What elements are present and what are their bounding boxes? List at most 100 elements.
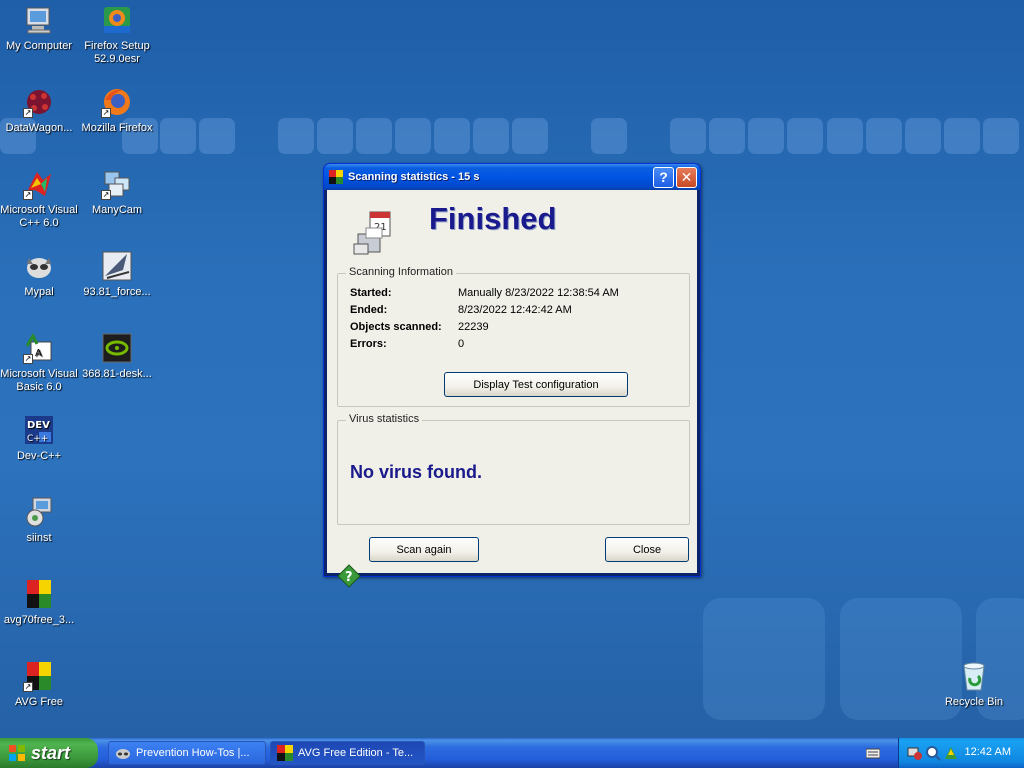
- close-icon: ✕: [680, 168, 693, 185]
- desktop-icon-avg-free[interactable]: ↗ AVG Free: [0, 660, 78, 709]
- start-button[interactable]: start: [0, 738, 98, 768]
- info-key: Objects scanned:: [350, 321, 442, 333]
- devcpp-icon: DEV C++: [23, 414, 55, 446]
- status-heading: Finished: [429, 201, 557, 236]
- recycle-bin-icon: [958, 660, 990, 692]
- info-row-errors: Errors: 0: [350, 338, 464, 350]
- system-tray: 12:42 AM: [898, 738, 1024, 768]
- display-test-configuration-button[interactable]: Display Test configuration: [444, 372, 628, 397]
- close-button[interactable]: Close: [605, 537, 689, 562]
- shortcut-arrow-icon: ↗: [23, 108, 33, 118]
- scanning-statistics-dialog: Scanning statistics - 15 s ? ✕ 21 Finish…: [323, 163, 701, 588]
- desktop-icon-label: ManyCam: [91, 204, 143, 216]
- desktop-icon-93-81-force[interactable]: 93.81_force...: [78, 250, 156, 299]
- button-label: Close: [632, 543, 662, 556]
- avg-icon: ↗: [23, 660, 55, 692]
- task-label: Prevention How-Tos |...: [136, 747, 250, 759]
- desktop-icon-avg70free[interactable]: avg70free_3...: [0, 578, 78, 627]
- desktop-icon-manycam[interactable]: ↗ ManyCam: [78, 168, 156, 217]
- svg-text:C++: C++: [27, 434, 48, 444]
- desktop-icon-firefox[interactable]: ↗ Mozilla Firefox: [78, 86, 156, 135]
- desktop-icon-siinst[interactable]: siinst: [0, 496, 78, 545]
- avg-task-icon: [277, 745, 293, 761]
- clock[interactable]: 12:42 AM: [965, 746, 1011, 758]
- desktop-icon-visual-cpp[interactable]: ↗ Microsoft Visual C++ 6.0: [0, 168, 78, 230]
- svg-text:A: A: [35, 348, 42, 359]
- virus-statistics-group: Virus statistics No virus found.: [337, 413, 690, 525]
- taskbar-item-prevention[interactable]: Prevention How-Tos |...: [108, 741, 266, 765]
- shortcut-arrow-icon: ↗: [101, 190, 111, 200]
- desktop-icon-datawagon[interactable]: ↗ DataWagon...: [0, 86, 78, 135]
- windows-logo-icon: [9, 745, 25, 761]
- group-label: Scanning Information: [346, 266, 456, 278]
- scanning-information-group: Scanning Information Started: Manually 8/…: [337, 266, 690, 407]
- firefox-setup-icon: [101, 4, 133, 36]
- dialog-title: Scanning statistics - 15 s: [348, 171, 480, 183]
- desktop-icon-label: My Computer: [5, 40, 73, 52]
- desktop-icon-label: Mypal: [24, 286, 54, 298]
- close-window-button[interactable]: ✕: [676, 166, 697, 188]
- button-label: Display Test configuration: [473, 378, 599, 391]
- keyboard-icon[interactable]: [866, 747, 880, 759]
- info-key: Errors:: [350, 338, 387, 350]
- shortcut-arrow-icon: ↗: [23, 682, 33, 692]
- desktop-icon-my-computer[interactable]: My Computer: [0, 4, 78, 53]
- svg-text:?: ?: [345, 570, 353, 585]
- firefox-icon: ↗: [101, 86, 133, 118]
- info-value: 0: [458, 338, 465, 350]
- desktop-icon-label: Recycle Bin: [944, 696, 1004, 708]
- scan-again-button[interactable]: Scan again: [369, 537, 479, 562]
- desktop-icon-firefox-setup[interactable]: Firefox Setup 52.9.0esr: [78, 4, 156, 66]
- desktop-icon-368-81-desk[interactable]: 368.81-desk...: [78, 332, 156, 381]
- taskbar-item-avg[interactable]: AVG Free Edition - Te...: [270, 741, 425, 765]
- shortcut-arrow-icon: ↗: [101, 108, 111, 118]
- start-label: start: [31, 742, 71, 763]
- datawagon-icon: ↗: [23, 86, 55, 118]
- search-icon[interactable]: [925, 745, 941, 761]
- shortcut-arrow-icon: ↗: [23, 190, 33, 200]
- desktop-icon-label: Dev-C++: [16, 450, 62, 462]
- info-value: Manually 8/23/2022 12:38:54 AM: [458, 287, 619, 299]
- shortcut-arrow-icon: ↗: [23, 354, 33, 364]
- desktop-icon-label: avg70free_3...: [3, 614, 75, 626]
- desktop-icon-devcpp[interactable]: DEV C++ Dev-C++: [0, 414, 78, 463]
- desktop-icon-label: Microsoft Visual C++ 6.0: [0, 204, 78, 229]
- task-label: AVG Free Edition - Te...: [298, 747, 414, 759]
- desktop-icon-label: 93.81_force...: [83, 286, 151, 298]
- info-value: 22239: [458, 321, 489, 333]
- desktop-icon-recycle-bin[interactable]: Recycle Bin: [935, 660, 1013, 709]
- desktop-icon-label: Microsoft Visual Basic 6.0: [0, 368, 78, 393]
- info-row-objects-scanned: Objects scanned: 22239: [350, 321, 489, 333]
- nvidia-icon: [101, 332, 133, 364]
- avg-installer-icon: [23, 578, 55, 610]
- my-computer-icon: [23, 4, 55, 36]
- setup-icon: [23, 496, 55, 528]
- dialog-client-area: 21 Finished Scanning Information Started…: [327, 190, 697, 588]
- visual-cpp-icon: ↗: [23, 168, 55, 200]
- desktop-icon-visual-basic[interactable]: A ↗ Microsoft Visual Basic 6.0: [0, 332, 78, 394]
- info-key: Started:: [350, 287, 392, 299]
- desktop-icon-label: DataWagon...: [5, 122, 73, 134]
- taskbar: start Prevention How-Tos |... AVG Free E…: [0, 738, 1024, 768]
- svg-text:DEV: DEV: [27, 420, 50, 431]
- installer-icon: [101, 250, 133, 282]
- desktop-icon-label: Firefox Setup 52.9.0esr: [84, 40, 150, 65]
- network-icon[interactable]: [907, 745, 923, 761]
- virus-result-text: No virus found.: [350, 462, 482, 482]
- manycam-icon: ↗: [101, 168, 133, 200]
- browser-icon: [116, 749, 130, 759]
- desktop-icon-mypal[interactable]: Mypal: [0, 250, 78, 299]
- help-button[interactable]: ?: [653, 166, 674, 188]
- avg-tray-icon[interactable]: [943, 745, 959, 761]
- info-value: 8/23/2022 12:42:42 AM: [458, 304, 572, 316]
- desktop-icon-label: AVG Free: [14, 696, 64, 708]
- info-key: Ended:: [350, 304, 388, 316]
- visual-basic-icon: A ↗: [23, 332, 55, 364]
- dialog-titlebar[interactable]: Scanning statistics - 15 s ? ✕: [324, 164, 700, 190]
- help-question-icon[interactable]: ?: [337, 564, 361, 588]
- avg-app-icon: [329, 170, 343, 184]
- question-icon: ?: [659, 169, 668, 185]
- info-row-started: Started: Manually 8/23/2022 12:38:54 AM: [350, 287, 619, 299]
- desktop-icon-label: 368.81-desk...: [82, 368, 152, 380]
- scan-report-icon: 21: [353, 211, 391, 255]
